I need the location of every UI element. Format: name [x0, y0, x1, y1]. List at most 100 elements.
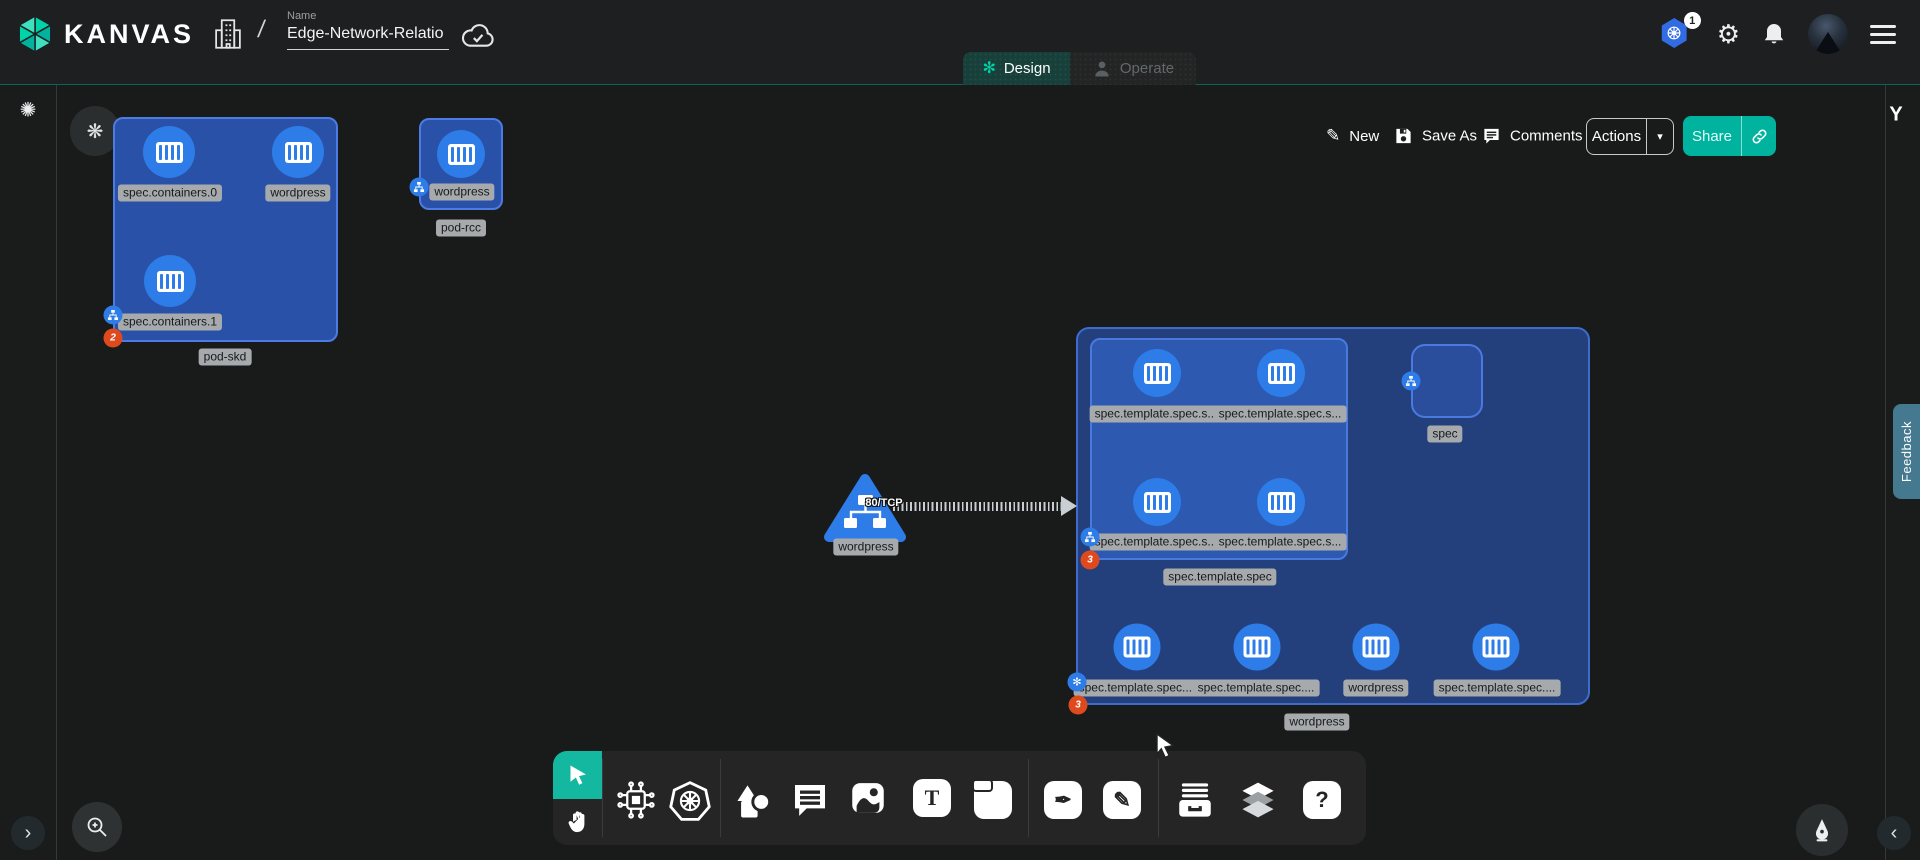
group-label: spec.template.spec: [1163, 569, 1276, 586]
share-split-button[interactable]: Share: [1683, 116, 1776, 156]
deployment-badge-icon[interactable]: ✻: [1068, 673, 1087, 692]
container-node[interactable]: [1133, 478, 1181, 526]
kubernetes-tool[interactable]: [669, 780, 711, 822]
toolbar-divider: [602, 759, 603, 837]
image-tool[interactable]: [847, 777, 889, 819]
left-rail: [0, 85, 57, 860]
container-node[interactable]: [1473, 624, 1520, 671]
container-icon: [1244, 637, 1271, 658]
text-T-icon: T: [913, 779, 951, 817]
container-node[interactable]: [143, 126, 195, 178]
count-badge[interactable]: 3: [1069, 696, 1088, 715]
shapes-icon: [731, 779, 775, 823]
shapes-tool[interactable]: [731, 779, 775, 823]
edge-port-label: 80/TCP: [865, 497, 902, 509]
comments-label: Comments: [1510, 128, 1583, 145]
design-name-input[interactable]: Edge-Network-Relatio: [287, 25, 449, 50]
pen-mode-button[interactable]: [1796, 804, 1848, 856]
drawer-tool[interactable]: [1174, 779, 1216, 821]
new-button[interactable]: ✎ New: [1326, 126, 1379, 146]
node-label: wordpress: [1343, 680, 1408, 697]
expand-left-panel-button[interactable]: ›: [11, 816, 45, 850]
comment-tool[interactable]: [790, 780, 830, 820]
notifications-bell-icon[interactable]: [1762, 21, 1786, 47]
container-node[interactable]: [1114, 624, 1161, 671]
menu-hamburger-icon[interactable]: [1870, 25, 1896, 44]
image-icon: [847, 777, 889, 819]
organization-building-icon[interactable]: [213, 17, 243, 51]
container-node[interactable]: [1234, 624, 1281, 671]
minimap-toggle[interactable]: Y: [1889, 104, 1902, 127]
container-icon: [1268, 492, 1295, 513]
kubernetes-wheel-icon: [669, 780, 711, 822]
container-node[interactable]: [437, 130, 485, 178]
user-avatar[interactable]: [1808, 14, 1848, 54]
container-node[interactable]: [272, 126, 324, 178]
container-node[interactable]: [1133, 349, 1181, 397]
node-label: spec.template.spec....: [1193, 680, 1320, 697]
feedback-label: Feedback: [1899, 421, 1914, 482]
layers-icon: [1236, 778, 1280, 822]
hand-icon: [566, 810, 590, 834]
count-badge[interactable]: 3: [1081, 551, 1100, 570]
save-as-button[interactable]: Save As: [1394, 127, 1477, 146]
mouse-cursor: [1155, 733, 1179, 759]
container-node[interactable]: [1257, 478, 1305, 526]
container-icon: [1268, 363, 1295, 384]
k8s-context-switcher[interactable]: 1: [1661, 18, 1695, 50]
chevron-left-icon: ‹: [1891, 822, 1898, 845]
count-badge[interactable]: 2: [104, 329, 123, 348]
toolbar-divider: [1028, 759, 1029, 837]
container-node[interactable]: [1257, 349, 1305, 397]
layers-tool[interactable]: [1236, 778, 1280, 822]
actions-split-button[interactable]: Actions ▾: [1586, 118, 1674, 155]
pan-hand-tool[interactable]: [553, 799, 602, 845]
container-icon: [1363, 637, 1390, 658]
node-label: spec.template.spec....: [1434, 680, 1561, 697]
pod-badge-icon[interactable]: [1402, 372, 1421, 391]
save-as-label: Save As: [1422, 128, 1477, 145]
node-label: wordpress: [265, 185, 330, 202]
edge-arrowhead: [1061, 496, 1077, 516]
rectangle-shape-icon: [974, 781, 1012, 819]
zoom-in-button[interactable]: [72, 802, 122, 852]
operate-person-icon: [1092, 59, 1112, 79]
tab-design[interactable]: ✻ Design: [963, 52, 1070, 85]
container-node[interactable]: [144, 255, 196, 307]
new-label: New: [1349, 128, 1379, 145]
actions-label: Actions: [1587, 119, 1646, 154]
container-icon: [285, 142, 312, 163]
container-icon: [1124, 637, 1151, 658]
kanvas-logo[interactable]: KANVAS: [16, 14, 194, 54]
pod-badge-icon[interactable]: [1081, 528, 1100, 547]
rectangle-tool[interactable]: [974, 781, 1012, 819]
help-tool[interactable]: ?: [1303, 781, 1341, 819]
group-spec-template-spec[interactable]: [1090, 338, 1348, 560]
spec-node[interactable]: [1411, 344, 1483, 418]
container-node[interactable]: [1353, 624, 1400, 671]
archive-drawer-icon: [1174, 779, 1216, 821]
sketch-tool[interactable]: ✎: [1103, 781, 1141, 819]
tab-operate-label: Operate: [1120, 60, 1174, 77]
expand-right-panel-button[interactable]: ‹: [1877, 816, 1911, 850]
pen-tool[interactable]: ✒: [1044, 781, 1082, 819]
comments-button[interactable]: Comments: [1482, 127, 1583, 146]
pod-badge-icon[interactable]: [410, 178, 429, 197]
kanvas-hexagon-icon: [16, 14, 54, 54]
comments-icon: [1482, 127, 1501, 146]
tab-operate[interactable]: Operate: [1070, 52, 1196, 85]
text-tool[interactable]: T: [913, 779, 951, 817]
pod-badge-icon[interactable]: [104, 306, 123, 325]
select-tool[interactable]: [553, 751, 602, 799]
actions-caret-icon[interactable]: ▾: [1646, 119, 1673, 154]
app-header: KANVAS / Name Edge-Network-Relatio ✻ Des…: [0, 0, 1920, 85]
service-edge[interactable]: [893, 502, 1063, 511]
feedback-tab[interactable]: Feedback: [1893, 404, 1920, 499]
tab-design-label: Design: [1004, 60, 1051, 77]
cloud-saved-icon: [460, 22, 496, 50]
component-tool[interactable]: [615, 779, 657, 821]
copy-link-icon[interactable]: [1741, 116, 1776, 156]
settings-gear-icon[interactable]: ⚙: [1717, 21, 1740, 47]
rail-spiral-icon[interactable]: ✺: [20, 98, 37, 123]
node-label: spec.template.spec.s...: [1090, 406, 1223, 423]
